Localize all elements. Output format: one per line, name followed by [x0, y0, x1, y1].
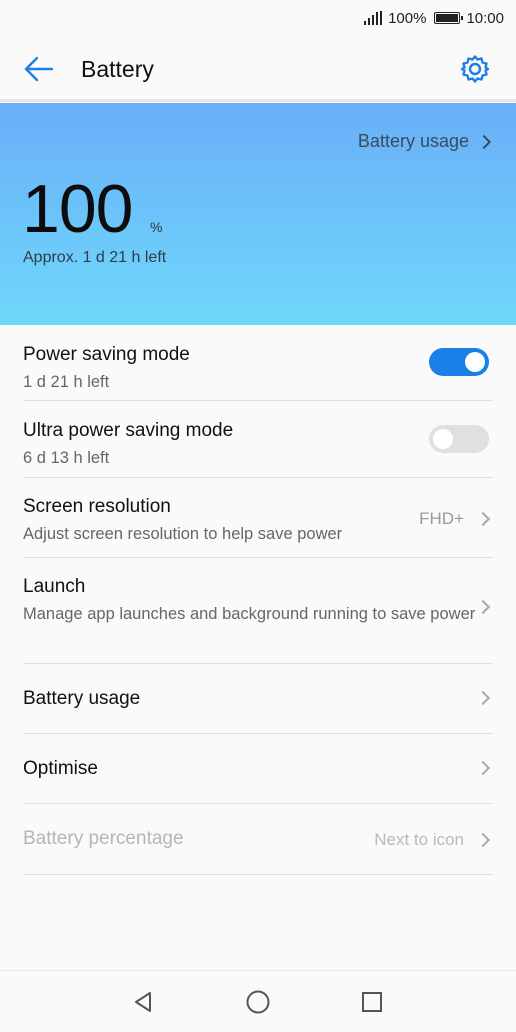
battery-summary-panel: Battery usage 100 % Approx. 1 d 21 h lef… [0, 103, 516, 325]
chevron-right-icon [475, 690, 491, 706]
settings-button[interactable] [458, 52, 492, 86]
screen-resolution-row[interactable]: Screen resolution Adjust screen resoluti… [23, 478, 493, 558]
chevron-right-icon [475, 760, 491, 776]
row-title: Optimise [23, 758, 98, 779]
battery-level: 100 [22, 171, 133, 247]
row-title: Battery usage [23, 688, 141, 709]
app-bar: Battery [0, 36, 516, 102]
toggle-knob [465, 352, 485, 372]
battery-usage-row[interactable]: Battery usage [23, 664, 493, 734]
row-subtitle: 1 d 21 h left [23, 373, 110, 391]
row-subtitle: Manage app launches and background runni… [23, 605, 476, 623]
ultra-power-saving-mode-row[interactable]: Ultra power saving mode 6 d 13 h left [23, 401, 493, 478]
gear-icon [460, 55, 490, 83]
power-saving-toggle[interactable] [429, 348, 489, 376]
toggle-knob [433, 429, 453, 449]
row-subtitle: 6 d 13 h left [23, 449, 110, 467]
battery-icon [434, 12, 464, 24]
battery-percentage-value: Next to icon [374, 830, 464, 849]
launch-row[interactable]: Launch Manage app launches and backgroun… [23, 558, 493, 664]
row-title: Ultra power saving mode [23, 420, 234, 441]
page-title: Battery [81, 56, 154, 82]
percent-symbol: % [150, 219, 163, 235]
system-nav-bar [0, 970, 516, 1032]
battery-percent-text: 100% [388, 9, 427, 27]
power-saving-mode-row[interactable]: Power saving mode 1 d 21 h left [23, 325, 493, 401]
chevron-right-icon [476, 134, 492, 149]
ultra-power-saving-toggle[interactable] [429, 425, 489, 453]
time-remaining: Approx. 1 d 21 h left [23, 249, 167, 266]
screen-resolution-value: FHD+ [419, 509, 464, 528]
battery-usage-link-label: Battery usage [357, 131, 469, 151]
battery-percentage-row: Battery percentage Next to icon [23, 804, 493, 875]
back-button[interactable] [22, 52, 56, 86]
triangle-back-icon [135, 992, 151, 1012]
chevron-right-icon [475, 511, 491, 527]
nav-back-button[interactable] [128, 987, 158, 1017]
status-bar: 100% 10:00 [0, 0, 516, 36]
clock: 10:00 [466, 9, 504, 27]
settings-list: Power saving mode 1 d 21 h left Ultra po… [0, 325, 516, 875]
row-title: Power saving mode [23, 344, 190, 365]
nav-recents-button[interactable] [357, 987, 387, 1017]
chevron-right-icon [475, 832, 491, 848]
battery-usage-link[interactable]: Battery usage [358, 131, 492, 152]
arrow-left-icon [24, 56, 54, 82]
row-title: Launch [23, 576, 86, 597]
signal-icon [363, 11, 383, 25]
chevron-right-icon [475, 599, 491, 615]
square-recents-icon [362, 992, 382, 1012]
nav-home-button[interactable] [243, 987, 273, 1017]
optimise-row[interactable]: Optimise [23, 734, 493, 804]
circle-home-icon [246, 990, 270, 1014]
